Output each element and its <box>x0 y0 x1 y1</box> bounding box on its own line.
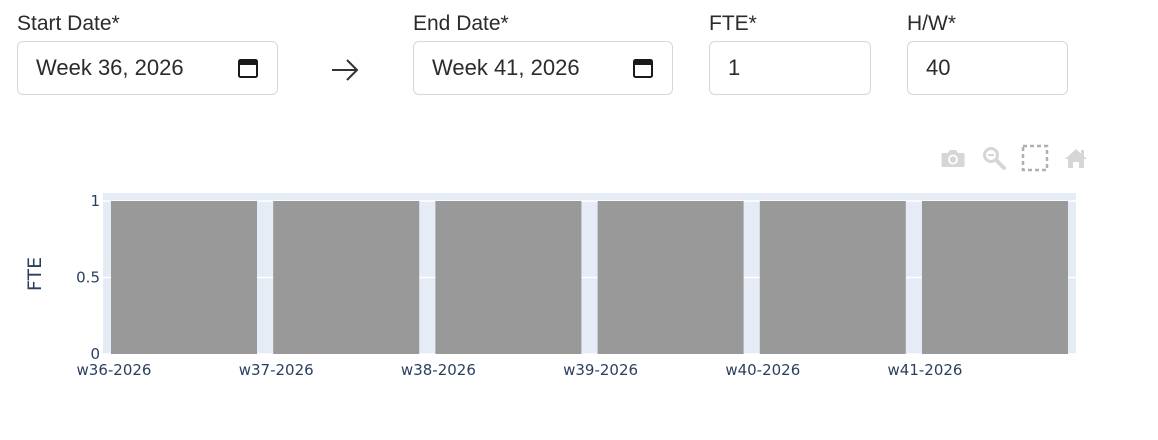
bar <box>922 201 1068 354</box>
x-tick-label: w38-2026 <box>401 361 476 379</box>
x-tick-label: w37-2026 <box>239 361 314 379</box>
bar <box>273 201 420 354</box>
bar <box>111 201 257 354</box>
y-axis-label: FTE <box>24 257 46 291</box>
x-tick-label: w39-2026 <box>563 361 638 379</box>
y-tick-label: 1 <box>90 192 100 210</box>
bar <box>597 201 744 354</box>
x-tick-label: w36-2026 <box>77 361 152 379</box>
y-tick-label: 0.5 <box>76 269 100 287</box>
x-tick-label: w41-2026 <box>888 361 963 379</box>
fte-bar-chart: 10.50w36-2026 w37-2026 w38-2026 w39-2026 w40… <box>24 192 1076 379</box>
bar <box>759 201 906 354</box>
x-tick-label: w40-2026 <box>725 361 800 379</box>
bar <box>435 201 582 354</box>
app-root: Start Date* Week 36, 2026 End Date* Week… <box>0 0 1158 440</box>
